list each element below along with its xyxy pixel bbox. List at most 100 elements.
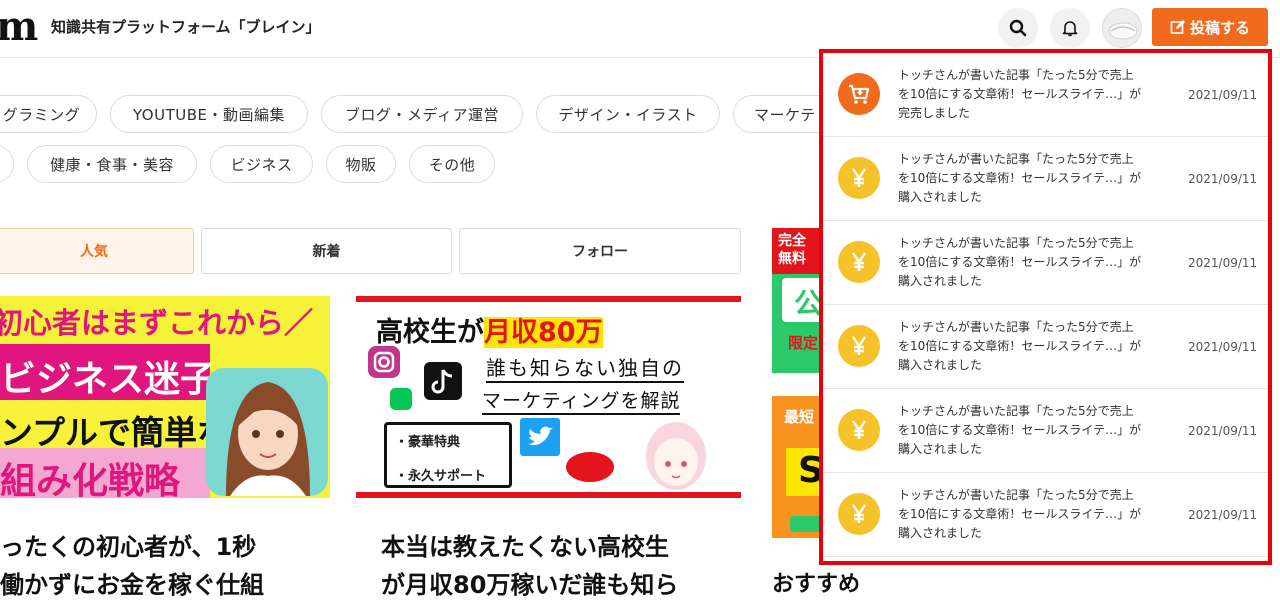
tab-popular[interactable]: 人気	[0, 228, 194, 274]
notification-line: を10倍にする文章術！セールスライテ…」が	[898, 255, 1142, 269]
notification-line: を10倍にする文章術！セールスライテ…」が	[898, 87, 1142, 101]
avatar-image-icon	[1108, 22, 1138, 40]
notification-item[interactable]: トッチさんが書いた記事「たった5分で売上 を10倍にする文章術！セールスライテ……	[823, 53, 1268, 137]
yen-icon	[838, 241, 880, 283]
category-chip-cut-off[interactable]	[0, 145, 14, 183]
article-thumbnail-2[interactable]: 高校生が月収80万 誰も知らない独自の マーケティングを解説 ・豪華特典 ・永久…	[356, 296, 741, 498]
article-thumbnail-1[interactable]: 初心者はまずこれから／ ビジネス迷子 ンプルで簡単な 組み化戦略	[0, 296, 330, 498]
notification-line: を10倍にする文章術！セールスライテ…」が	[898, 423, 1142, 437]
notification-text: トッチさんが書いた記事「たった5分で売上 を10倍にする文章術！セールスライテ……	[898, 66, 1173, 123]
tab-label: フォロー	[572, 244, 628, 260]
woman-illustration-icon	[226, 382, 310, 496]
title-line: 本当は教えたくない高校生	[381, 533, 669, 561]
notification-line: トッチさんが書いた記事「たった5分で売上	[898, 152, 1134, 166]
notification-line: トッチさんが書いた記事「たった5分で売上	[898, 236, 1134, 250]
category-chip-youtube[interactable]: YOUTUBE・動画編集	[110, 95, 308, 133]
thumb-title: 高校生が月収80万	[376, 310, 603, 349]
notification-date: 2021/09/11	[1188, 172, 1258, 186]
notification-text: トッチさんが書いた記事「たった5分で売上 を10倍にする文章術！セールスライテ……	[898, 234, 1173, 291]
user-avatar[interactable]	[1102, 8, 1142, 48]
thumb-bullet: ・永久サポート	[395, 469, 487, 484]
thumb-line: ビジネス迷子	[0, 359, 217, 400]
tab-label: 新着	[312, 244, 341, 260]
search-button[interactable]	[998, 8, 1038, 48]
notification-item[interactable]: トッチさんが書いた記事「たった5分で売上 を10倍にする文章術！セールスライテ……	[823, 473, 1268, 557]
category-label: ビジネス	[230, 155, 293, 174]
search-icon	[1009, 19, 1027, 37]
category-label: デザイン・イラスト	[558, 105, 698, 124]
notification-line: を10倍にする文章術！セールスライテ…」が	[898, 507, 1142, 521]
brand-logo-icon	[566, 452, 614, 482]
tab-follow[interactable]: フォロー	[459, 228, 741, 274]
notification-line: 購入されました	[898, 526, 983, 540]
category-label: ブログ・メディア運営	[345, 105, 499, 124]
notification-date: 2021/09/11	[1188, 88, 1258, 102]
thumb-title-text: 高校生が	[376, 317, 484, 348]
brain-logo[interactable]: m	[0, 7, 38, 47]
notification-text: トッチさんが書いた記事「たった5分で売上 を10倍にする文章術！セールスライテ……	[898, 402, 1173, 459]
yen-icon	[838, 157, 880, 199]
twitter-icon	[520, 418, 560, 456]
banner-badge: 完全 無料	[772, 228, 820, 274]
thumb-portrait-frame	[206, 368, 328, 496]
yen-icon	[838, 493, 880, 535]
notification-date: 2021/09/11	[1188, 340, 1258, 354]
notification-item[interactable]: トッチさんが書いた記事「たった5分で売上 を10倍にする文章術！セールスライテ……	[823, 221, 1268, 305]
banner-text: 無料	[778, 251, 806, 267]
notification-line: 購入されました	[898, 274, 983, 288]
notification-line: 購入されました	[898, 358, 983, 372]
notification-item[interactable]: トッチさんが書いた記事「たった5分で売上 を10倍にする文章術！セールスライテ……	[823, 305, 1268, 389]
recommend-heading: おすすめ	[772, 572, 861, 597]
title-line: が月収80万稼いだ誰も知ら	[381, 571, 679, 599]
category-chip-design[interactable]: デザイン・イラスト	[536, 95, 720, 133]
category-chip-business[interactable]: ビジネス	[210, 145, 313, 183]
notification-text: トッチさんが書いた記事「たった5分で売上 を10倍にする文章術！セールスライテ……	[898, 486, 1173, 543]
thumb-line: 初心者はまずこれから／	[0, 306, 314, 340]
notification-button[interactable]	[1050, 8, 1090, 48]
category-label: その他	[428, 155, 476, 174]
notification-line: を10倍にする文章術！セールスライテ…」が	[898, 171, 1142, 185]
thumb-line: ンプルで簡単な	[0, 413, 231, 452]
banner-text: 最短	[784, 408, 815, 426]
bell-icon	[1062, 21, 1078, 37]
notification-line: トッチさんが書いた記事「たった5分で売上	[898, 320, 1134, 334]
instagram-icon	[368, 346, 400, 378]
thumb-subtitle: 誰も知らない独自の	[486, 352, 684, 383]
notification-item[interactable]: トッチさんが書いた記事「たった5分で売上 を10倍にする文章術！セールスライテ……	[823, 389, 1268, 473]
notification-line: トッチさんが書いた記事「たった5分で売上	[898, 488, 1134, 502]
notification-line: トッチさんが書いた記事「たった5分で売上	[898, 404, 1134, 418]
notification-date: 2021/09/11	[1188, 256, 1258, 270]
yen-icon	[838, 325, 880, 367]
post-button[interactable]: 投稿する	[1152, 8, 1268, 46]
thumb-highlight-text: 月収80万	[484, 317, 603, 348]
edit-icon	[1170, 20, 1185, 34]
title-line: ったくの初心者が、1秒	[0, 533, 257, 561]
banner-text: 完全	[778, 233, 806, 249]
notification-date: 2021/09/11	[1188, 508, 1258, 522]
category-chip-other[interactable]: その他	[409, 145, 495, 183]
category-label: 健康・食事・美容	[49, 155, 174, 174]
category-chip-programming[interactable]: グラミング	[0, 95, 97, 133]
notification-line: 完売しました	[898, 106, 971, 120]
title-line: 働かずにお金を稼ぐ仕組	[0, 571, 264, 599]
yen-icon	[838, 409, 880, 451]
anime-girl-illustration-icon	[636, 406, 716, 492]
category-chip-health[interactable]: 健康・食事・美容	[27, 145, 197, 183]
notification-line: 購入されました	[898, 442, 983, 456]
thumb-bullet-box: ・豪華特典 ・永久サポート	[384, 422, 512, 488]
tiktok-icon	[424, 362, 462, 400]
category-label: YOUTUBE・動画編集	[132, 105, 286, 124]
category-chip-goods[interactable]: 物販	[326, 145, 396, 183]
notification-item[interactable]: トッチさんが書いた記事「たった5分で売上 を10倍にする文章術！セールスライテ……	[823, 137, 1268, 221]
banner-text: 限定	[788, 334, 819, 352]
site-title: 知識共有プラットフォーム「ブレイン」	[51, 18, 321, 36]
notification-text: トッチさんが書いた記事「たった5分で売上 を10倍にする文章術！セールスライテ……	[898, 318, 1173, 375]
thumb-line: 組み化戦略	[0, 461, 181, 498]
category-chip-blog[interactable]: ブログ・メディア運営	[321, 95, 523, 133]
notification-text: トッチさんが書いた記事「たった5分で売上 を10倍にする文章術！セールスライテ……	[898, 150, 1173, 207]
category-label: 物販	[345, 155, 377, 174]
tab-label: 人気	[80, 244, 108, 260]
cart-icon	[838, 73, 880, 115]
post-button-label: 投稿する	[1189, 18, 1250, 37]
tab-new[interactable]: 新着	[201, 228, 452, 274]
